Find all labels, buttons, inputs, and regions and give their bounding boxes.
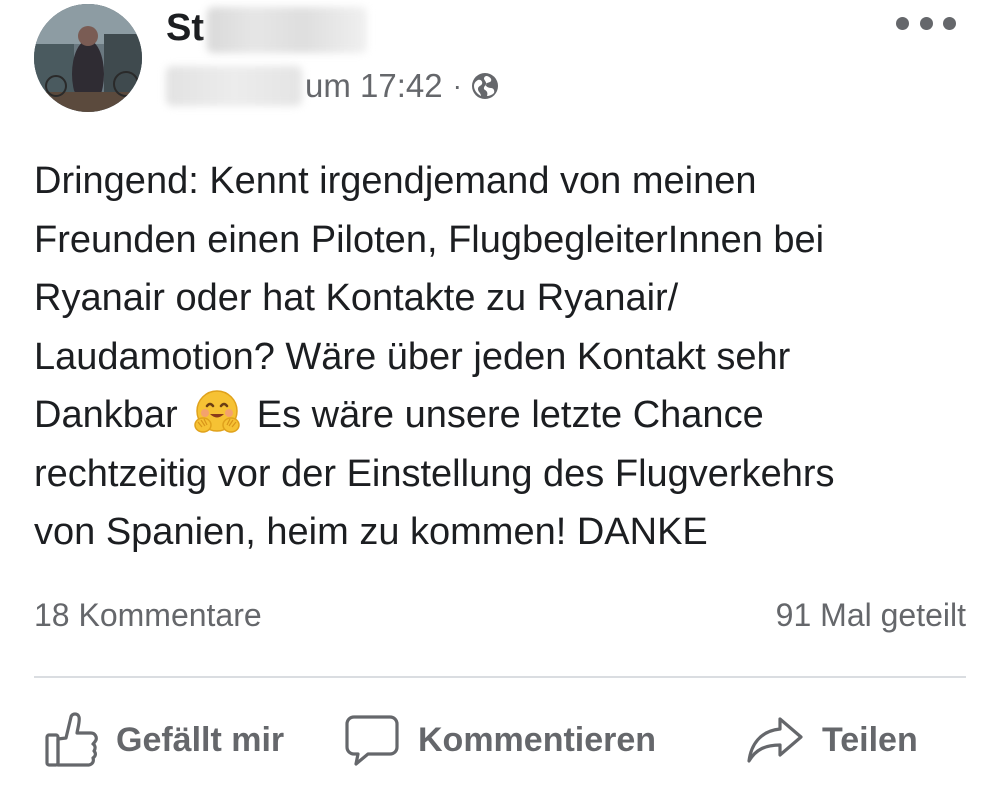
post-text-line: Ryanair oder hat Kontakte zu Ryanair/ — [34, 277, 679, 319]
post-meta: um 17:42 · — [305, 66, 500, 106]
post-text: Dringend: Kennt irgendjemand von meinen F… — [34, 152, 984, 562]
share-button[interactable]: Teilen — [746, 708, 918, 772]
meta-separator: · — [452, 70, 462, 101]
hugging-face-emoji — [192, 387, 242, 437]
more-options-button[interactable] — [896, 8, 956, 38]
more-dot-icon — [896, 16, 909, 30]
share-label: Teilen — [822, 720, 918, 759]
thumbs-up-icon — [45, 712, 98, 767]
post-time[interactable]: um 17:42 — [305, 67, 443, 105]
avatar[interactable] — [34, 4, 142, 112]
share-arrow-icon — [747, 717, 803, 763]
post-text-line: Freunden einen Piloten, FlugbegleiterInn… — [34, 218, 825, 261]
comments-count[interactable]: 18 Kommentare — [34, 595, 262, 635]
shares-count[interactable]: 91 Mal geteilt — [776, 595, 966, 635]
redacted-author-name — [207, 7, 367, 53]
post-text-line: Es wäre unsere letzte Chance — [256, 394, 764, 436]
divider — [34, 676, 966, 678]
globe-icon[interactable] — [470, 71, 500, 101]
comment-bubble-icon — [345, 715, 399, 766]
comment-label: Kommentieren — [418, 720, 657, 759]
more-dot-icon — [943, 16, 956, 30]
like-label: Gefällt mir — [116, 720, 285, 759]
redacted-post-meta — [166, 66, 302, 106]
comment-button[interactable]: Kommentieren — [344, 708, 656, 772]
post-text-line: Dringend: Kennt irgendjemand von meinen — [34, 160, 757, 202]
author-name[interactable]: St — [166, 5, 204, 51]
more-dot-icon — [919, 16, 933, 30]
post-text-line: Dankbar — [34, 394, 178, 436]
post-text-line: rechtzeitig vor der Einstellung des Flug… — [34, 452, 835, 495]
like-button[interactable]: Gefällt mir — [44, 708, 284, 772]
post-text-line: von Spanien, heim zu kommen! DANKE — [34, 511, 708, 553]
post-text-line: Laudamotion? Wäre über jeden Kontakt seh… — [34, 335, 791, 378]
